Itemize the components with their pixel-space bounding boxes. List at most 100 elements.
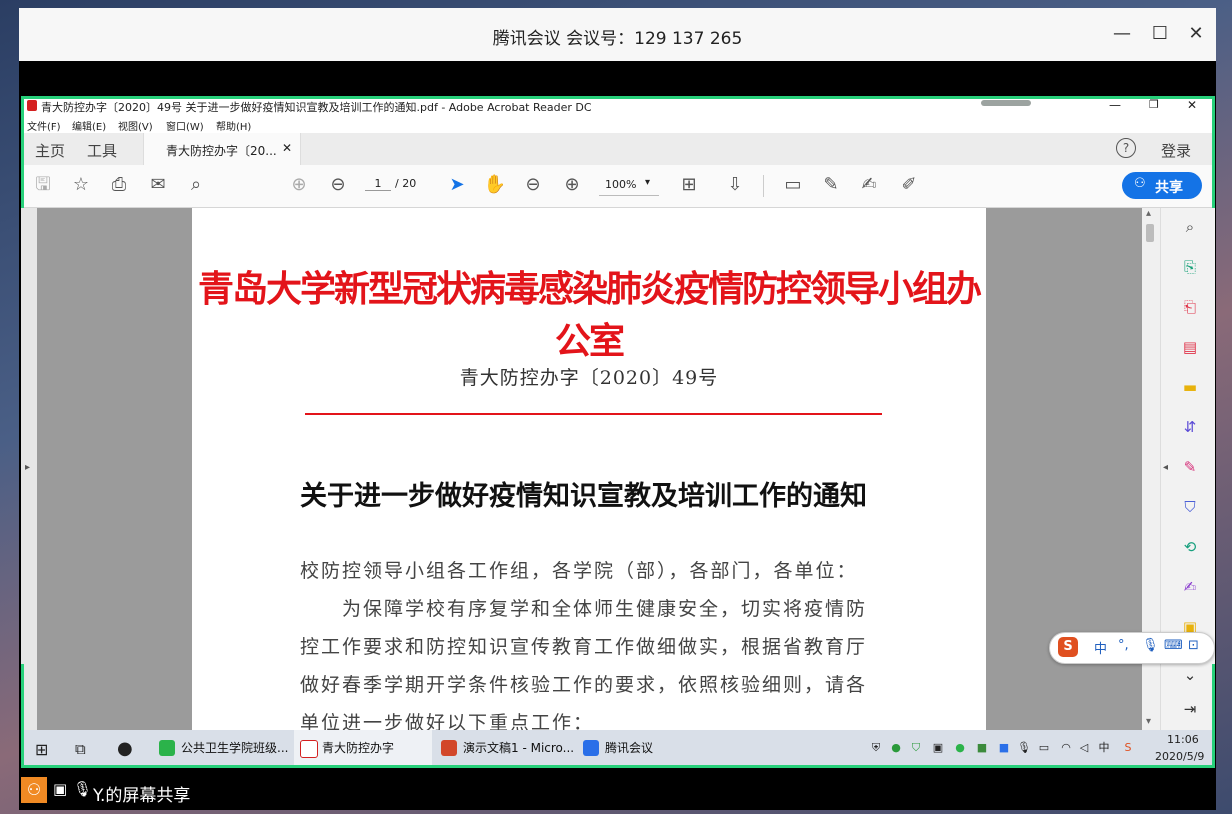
clock-date[interactable]: 2020/5/9 [1155,750,1204,763]
security-icon[interactable]: ⛨ [869,741,883,755]
zoom-in-icon[interactable]: ⊕ [560,173,584,197]
menu-help[interactable]: 帮助(H) [216,118,251,133]
convert-icon[interactable]: ⇵ [1179,416,1201,438]
ime-toolbox-icon[interactable]: ⊡ [1188,638,1199,653]
maximize-icon[interactable]: ☐ [1147,21,1173,47]
powerpoint-icon [441,740,457,756]
taskbar-app-acrobat[interactable]: 青大防控办字〔20... [294,730,432,768]
expand-down-icon[interactable]: ⌄ [1179,664,1201,686]
wifi-icon[interactable]: ◠ [1059,741,1073,755]
close-icon[interactable]: ✕ [1183,21,1209,47]
qq-icon[interactable]: ● [117,738,133,759]
pdf-icon [300,740,318,758]
bookmark-star-icon[interactable]: ☆ [69,173,93,197]
taskbar-app-powerpoint[interactable]: 演示文稿1 - Micro... [435,730,575,768]
user-avatar-icon: ⚇ [21,777,47,803]
tab-document[interactable]: 青大防控办字〔20... ✕ [143,133,301,165]
acrobat-tabbar: 主页 工具 青大防控办字〔20... ✕ ? 登录 [21,133,1215,166]
sign-icon[interactable]: ✍ [857,173,881,197]
share-button[interactable]: ⚇ 共享 [1122,172,1202,199]
left-panel-toggle[interactable]: ▸ [21,208,37,730]
volume-icon[interactable]: ◁ [1077,741,1091,755]
paragraph-line: 控工作要求和防控知识宣传教育工作做细做实，根据省教育厅 [300,636,868,658]
help-icon[interactable]: ? [1116,138,1136,158]
sogou-icon[interactable]: S [1121,741,1135,755]
microphone-icon[interactable]: 🎙 [1017,741,1031,755]
tab-close-icon[interactable]: ✕ [282,141,292,155]
taskbar-app-label: 腾讯会议 [605,741,654,755]
print-icon[interactable]: ⎙ [107,173,131,197]
prev-page-icon[interactable]: ⊕ [287,173,311,197]
export-pdf-icon[interactable]: ⎗ [1179,296,1201,318]
windows-start-icon[interactable]: ⊞ [35,740,48,759]
document-header: 青岛大学新型冠状病毒感染肺炎疫情防控领导小组办公室 [197,268,982,362]
ime-voice-icon[interactable]: 🎙 [1142,638,1159,653]
page-fit-icon[interactable]: ⊞ [677,173,701,197]
create-pdf-icon[interactable]: ⎘ [1179,256,1201,278]
select-cursor-icon[interactable]: ➤ [445,173,469,197]
comment-icon[interactable]: ▭ [781,173,805,197]
comment-tool-icon[interactable]: ▬ [1179,376,1201,398]
ime-punctuation[interactable]: °, [1118,638,1129,653]
send-review-icon[interactable]: ⟲ [1179,536,1201,558]
ime-toolbar[interactable]: S 中 °, 🎙 ⌨ ⊡ [1049,632,1215,664]
acrobat-restore-icon[interactable]: ❐ [1149,98,1159,111]
task-view-icon[interactable]: ⧉ [75,740,86,758]
acrobat-minimize-icon[interactable]: — [1109,98,1121,112]
zoom-out-icon[interactable]: ⊖ [521,173,545,197]
taskbar-app-label: 演示文稿1 - Micro... [463,741,575,755]
screen-share-icon: ▣ [53,780,68,798]
page-number-input[interactable]: 1 [365,177,391,191]
collapse-panel-icon[interactable]: ⇥ [1179,698,1201,720]
scroll-thumb[interactable] [1146,224,1154,242]
tray-blue-icon[interactable]: ■ [997,741,1011,755]
acrobat-menubar: 文件(F) 编辑(E) 视图(V) 窗口(W) 帮助(H) [21,116,1215,133]
document-pane: ▸ 青岛大学新型冠状病毒感染肺炎疫情防控领导小组办公室 青大防控办字〔2020〕… [21,208,1215,738]
taskbar-app-wechat[interactable]: 公共卫生学院班级... [153,730,291,768]
menu-edit[interactable]: 编辑(E) [72,118,106,133]
hand-tool-icon[interactable]: ✋ [483,173,507,197]
zoom-search-icon[interactable]: ⌕ [1179,216,1201,238]
acrobat-close-icon[interactable]: ✕ [1187,98,1197,112]
login-button[interactable]: 登录 [1161,140,1191,161]
ime-language[interactable]: 中 [1094,638,1107,657]
shield-icon[interactable]: ⛉ [909,741,923,755]
sogou-ime-icon[interactable]: S [1058,637,1078,657]
ime-tray-indicator[interactable]: 中 [1097,741,1111,755]
zoom-value: 100% [605,178,637,191]
wechat-tray-icon[interactable]: ● [953,741,967,755]
menu-file[interactable]: 文件(F) [27,118,61,133]
save-icon[interactable]: 🖫 [31,173,55,197]
collapse-right-icon[interactable]: ◂ [1163,462,1168,473]
tab-tools[interactable]: 工具 [87,140,117,161]
menu-window[interactable]: 窗口(W) [166,118,204,133]
battery-icon[interactable]: ▭ [1037,741,1051,755]
minimize-icon[interactable]: — [1109,21,1135,47]
share-frame-top [21,96,1215,99]
signature-icon[interactable]: ✍ [1179,576,1201,598]
tab-home[interactable]: 主页 [35,140,65,161]
expand-left-icon[interactable]: ▸ [25,462,30,473]
protect-shield-icon[interactable]: ⛉ [1179,496,1201,518]
share-frame-right-top [1212,96,1215,208]
scroll-down-icon[interactable]: ▾ [1146,716,1151,727]
tray-box-icon[interactable]: ▣ [931,741,945,755]
organize-pages-icon[interactable]: ▤ [1179,336,1201,358]
search-icon[interactable]: ⌕ [184,173,208,197]
next-page-icon[interactable]: ⊖ [326,173,350,197]
share-frame-bottom [21,765,1215,768]
nvidia-icon[interactable]: ■ [975,741,989,755]
zoom-select[interactable]: 100% ▾ [599,175,659,196]
scroll-up-icon[interactable]: ▴ [1146,208,1151,219]
fill-sign-tool-icon[interactable]: ✎ [1179,456,1201,478]
scroll-mode-icon[interactable]: ⇩ [723,173,747,197]
tray-app-icon[interactable]: ● [889,741,903,755]
highlight-pen-icon[interactable]: ✎ [819,173,843,197]
email-icon[interactable]: ✉ [146,173,170,197]
fill-sign-icon[interactable]: ✐ [897,173,921,197]
taskbar-app-tencent-meeting[interactable]: 腾讯会议 [577,730,707,768]
ime-keyboard-icon[interactable]: ⌨ [1164,638,1183,653]
menu-view[interactable]: 视图(V) [118,118,153,133]
tencent-meeting-icon [583,740,599,756]
clock-time[interactable]: 11:06 [1167,733,1199,746]
